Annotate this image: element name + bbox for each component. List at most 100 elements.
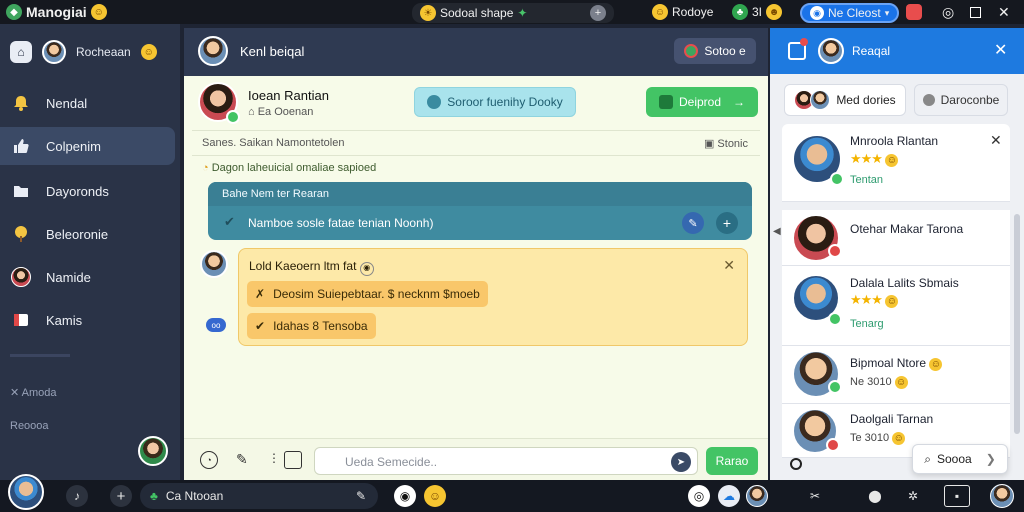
thumbs-up-icon <box>10 135 32 157</box>
location-icon[interactable]: ⬤ <box>864 485 886 507</box>
info-icon <box>427 95 442 109</box>
checkmark-icon[interactable]: ✔ <box>224 214 235 230</box>
tab-daroconbe[interactable]: Daroconbe <box>914 84 1008 116</box>
add-icon[interactable]: + <box>110 485 132 507</box>
calendar-icon[interactable] <box>284 451 302 469</box>
sticker-icon: ♣ <box>732 4 748 20</box>
message-avatar[interactable] <box>200 250 228 278</box>
add-icon[interactable]: + <box>716 212 738 234</box>
send-button[interactable]: Rarao <box>706 447 758 475</box>
music-icon[interactable]: ♪ <box>66 485 88 507</box>
sidebar-item-label: Beleoronie <box>46 226 109 242</box>
clock-icon[interactable]: ◔ <box>200 451 218 469</box>
emoji-icon[interactable]: ☺ <box>424 485 446 507</box>
taskbar: ♪ + ♣ Ca Ntooan ✎ ◉ ☺ ◎ ☁ ✂ ⬤ ✲ ▪ <box>0 474 1024 512</box>
task-card[interactable]: Bahe Nem ter Rearan ✔ Namboe sosle fatae… <box>208 182 752 240</box>
sidebar-item-colpenim[interactable]: Colpenim <box>0 127 175 165</box>
collapse-arrow-icon[interactable]: ◀ <box>773 226 781 237</box>
message-input[interactable]: Ueda Semecide.. ➤ <box>314 447 698 475</box>
taskbar-avatar[interactable] <box>746 485 768 507</box>
send-arrow-icon[interactable]: ➤ <box>671 452 691 472</box>
close-icon[interactable]: ✕ <box>994 40 1007 60</box>
center-status-pill[interactable]: ☀ Sodoal shape ✦ + <box>412 3 614 23</box>
task-card-item: Namboe sosle fatae tenian Noonh) <box>248 216 434 230</box>
avatar <box>42 40 66 64</box>
app-logo-icon: ◆ <box>6 4 22 20</box>
tools-icon[interactable]: ✂ <box>804 485 826 507</box>
add-icon[interactable]: + <box>590 5 606 21</box>
sidebar-section-reoooa[interactable]: Reoooa <box>10 420 49 432</box>
maximize-button[interactable] <box>970 3 981 21</box>
close-icon[interactable]: ✕ <box>990 132 1002 149</box>
tab-med-dories[interactable]: Med dories <box>784 84 906 116</box>
close-window-button[interactable]: ✕ <box>998 3 1010 21</box>
media-icon[interactable]: ◉ <box>394 485 416 507</box>
section-label: Amoda <box>21 387 57 399</box>
status-badge <box>828 244 842 258</box>
screen-icon[interactable]: ▪ <box>944 485 970 507</box>
camera-icon[interactable]: ◎ <box>688 485 710 507</box>
tree-icon <box>10 223 32 245</box>
floating-search-button[interactable]: ⌕ Soooa ❯ <box>912 444 1008 474</box>
message-chip-2[interactable]: ✔ Idahas 8 Tensoba <box>247 313 376 339</box>
contact-item[interactable]: Bipmoal Ntore ☺ Ne 3010 ☺ <box>782 346 1010 404</box>
avatar[interactable] <box>818 38 844 64</box>
bookmark-icon <box>10 309 32 331</box>
folder-icon <box>10 180 32 202</box>
rating-stars: ★★★ <box>850 292 883 307</box>
sidebar-section-amoda[interactable]: ✕ Amoda <box>10 386 57 399</box>
notification-dot <box>800 38 808 46</box>
meta-right-text: Stonic <box>717 138 748 150</box>
face-icon: ☺ <box>652 4 668 20</box>
reply-icon[interactable]: oo <box>206 318 226 332</box>
sidebar-item-label: Nendal <box>46 95 88 111</box>
settings-icon[interactable]: ✲ <box>902 485 924 507</box>
message-chip-1[interactable]: ✗ Deosim Suiepebtaar. $ necknm $moeb <box>247 281 488 307</box>
header-action-button[interactable]: Sotoo e <box>674 38 756 64</box>
globe-icon <box>684 44 699 58</box>
top-bar: ◆ Manogiai ☺ ☀ Sodoal shape ✦ + ☺ Rodoye… <box>0 0 1024 24</box>
sidebar-item-dayoronds[interactable]: Dayoronds <box>0 172 175 210</box>
message-input-placeholder: Ueda Semecide.. <box>345 455 438 469</box>
maximize-icon <box>970 6 981 18</box>
sidebar-item-label: Colpenim <box>46 138 101 154</box>
rating-stars: ★★★ <box>850 151 883 166</box>
sidebar-item-kamis[interactable]: Kamis <box>0 301 175 339</box>
pen-icon[interactable]: ✎ <box>236 451 248 468</box>
sidebar-profile[interactable]: ⌂ Rocheaan ☺ <box>0 30 180 74</box>
notifications-button[interactable] <box>906 3 922 21</box>
close-icon[interactable]: ✕ <box>723 257 735 274</box>
scrollbar[interactable] <box>1014 214 1020 434</box>
taskbar-user-avatar[interactable] <box>990 484 1014 508</box>
counter-group[interactable]: ♣ 3I ☻ <box>732 3 783 21</box>
contact-item[interactable]: Otehar Makar Tarona <box>782 210 1010 266</box>
sidebar-item-namide[interactable]: Namide <box>0 258 175 296</box>
sidebar-item-beleoronie[interactable]: Beleoronie <box>0 215 175 253</box>
primary-action-button[interactable]: Deiprod → <box>646 87 758 117</box>
settings-button[interactable]: ◎ <box>942 3 954 21</box>
taskbar-app-chip[interactable]: ♣ Ca Ntooan ✎ <box>140 483 378 509</box>
tab-label: Med dories <box>836 93 896 107</box>
user-chip[interactable]: ◉ Ne Cleost ▾ <box>800 3 900 23</box>
message-title: Lold Kaeoern ltm fat ◉ <box>249 259 374 276</box>
meta-right[interactable]: ▣ Stonic <box>704 137 748 150</box>
contact-item[interactable]: Dalala Lalits Sbmais ★★★ ☺ Tenarg <box>782 266 1010 346</box>
record-icon[interactable] <box>790 458 802 470</box>
app-title: Manogiai <box>26 4 87 20</box>
chat-sub-text: Ea Ooenan <box>257 106 314 118</box>
contact-item[interactable]: Mnroola Rlantan ★★★ ☺ Tentan ✕ <box>782 124 1010 202</box>
sun-icon: ☀ <box>420 5 436 21</box>
edit-icon[interactable]: ✎ <box>682 212 704 234</box>
status-indicator[interactable]: ☺ Rodoye <box>652 3 713 21</box>
message-card[interactable]: Lold Kaeoern ltm fat ◉ ✕ ✗ Deosim Suiepe… <box>238 248 748 346</box>
meta-row: Sanes. Saikan Namontetolen ▣ Stonic <box>192 130 760 156</box>
user-avatar[interactable] <box>8 474 44 510</box>
sidebar-item-nendal[interactable]: Nendal <box>0 84 175 122</box>
smile-emoji-icon: ☺ <box>90 4 107 20</box>
search-icon: ⌕ <box>924 451 931 466</box>
cloud-icon[interactable]: ☁ <box>718 485 740 507</box>
avatar[interactable] <box>198 36 228 66</box>
sidebar-bottom-avatar[interactable] <box>138 436 168 466</box>
task-card-title: Bahe Nem ter Rearan <box>222 188 329 200</box>
filter-button[interactable]: Soroor fuenihy Dooky <box>414 87 576 117</box>
